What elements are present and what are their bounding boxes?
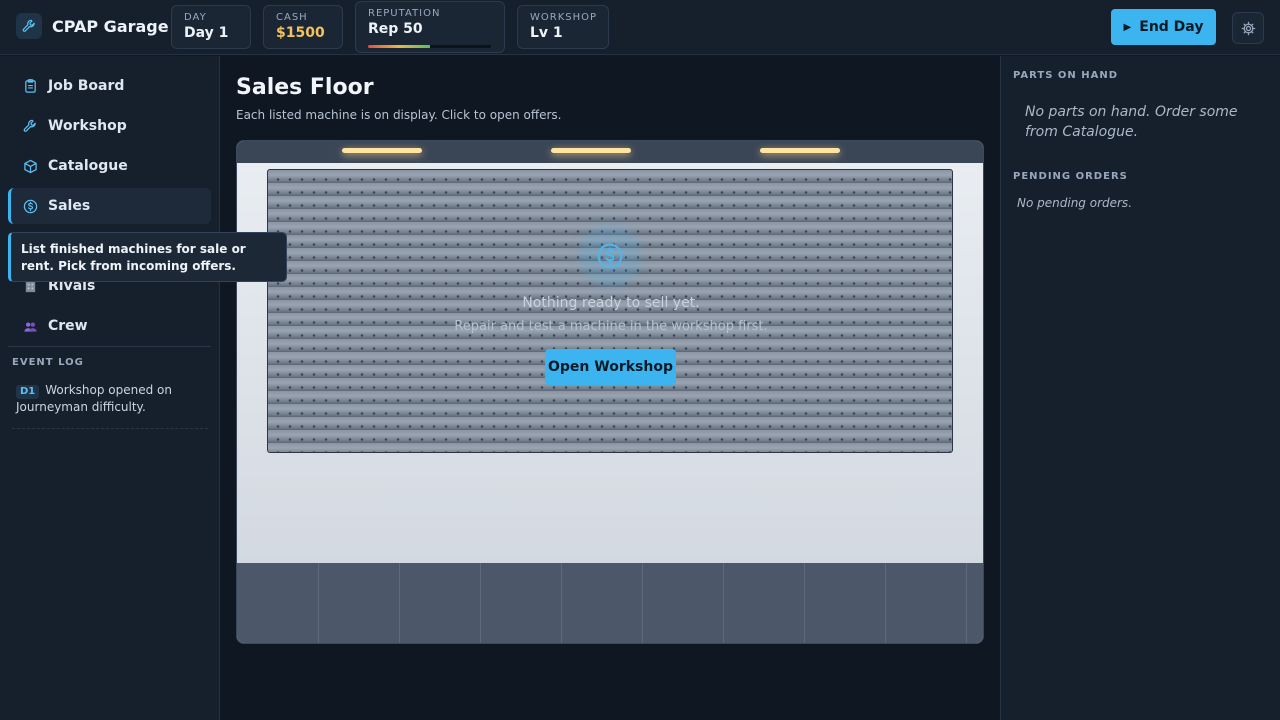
event-log-entry: D1 Workshop opened on Journeyman difficul… [12, 382, 208, 429]
sidebar-item-catalogue[interactable]: Catalogue [8, 148, 211, 184]
sales-floor-showroom: Nothing ready to sell yet. Repair and te… [236, 140, 984, 644]
sidebar-item-label: Sales [48, 198, 91, 214]
end-day-button[interactable]: ▶ End Day [1111, 9, 1216, 45]
cash-value: $1500 [276, 25, 325, 41]
sidebar-item-workshop[interactable]: Workshop [8, 108, 211, 144]
event-log-title: EVENT LOG [12, 357, 84, 368]
ceiling-light [551, 148, 631, 153]
reputation-bar [368, 45, 491, 48]
floor-tile-line [318, 563, 319, 643]
workshop-level: Lv 1 [530, 25, 563, 41]
page-subtitle: Each listed machine is on display. Click… [236, 108, 562, 122]
pending-orders-title: PENDING ORDERS [1013, 171, 1128, 182]
parts-empty-text: No parts on hand. Order some from Catalo… [1025, 104, 1238, 140]
box-icon [22, 158, 38, 174]
sidebar-item-label: Catalogue [48, 158, 128, 174]
floor-tile-line [642, 563, 643, 643]
day-stat: DAY Day 1 [171, 5, 251, 49]
sidebar-item-sales[interactable]: Sales [8, 188, 211, 224]
showroom-ceiling [237, 141, 983, 163]
top-bar: CPAP Garage DAY Day 1 CASH $1500 REPUTAT… [0, 0, 1280, 55]
day-badge: D1 [16, 385, 40, 399]
workshop-label: WORKSHOP [530, 12, 598, 23]
play-icon: ▶ [1123, 21, 1132, 33]
sidebar-item-label: Workshop [48, 118, 127, 134]
page-title: Sales Floor [236, 75, 374, 100]
brand: CPAP Garage [16, 13, 169, 39]
floor-tile-line [966, 563, 967, 643]
sidebar-item-crew[interactable]: Crew [8, 308, 211, 344]
right-panel: PARTS ON HAND No parts on hand. Order so… [1000, 56, 1280, 720]
floor-tile-line [804, 563, 805, 643]
reputation-value: Rep 50 [368, 21, 423, 37]
showroom-floor [237, 563, 983, 643]
event-log-text: Workshop opened on Journeyman difficulty… [16, 383, 172, 414]
cash-label: CASH [276, 12, 308, 23]
closed-shutter: Nothing ready to sell yet. Repair and te… [267, 169, 953, 453]
floor-tile-line [480, 563, 481, 643]
open-workshop-button[interactable]: Open Workshop [545, 349, 676, 385]
floor-tile-line [885, 563, 886, 643]
ceiling-light [342, 148, 422, 153]
settings-button[interactable] [1232, 12, 1264, 44]
dollar-circle-icon [22, 198, 38, 214]
floor-tile-line [723, 563, 724, 643]
orders-empty-text: No pending orders. [1017, 196, 1133, 210]
app-title: CPAP Garage [52, 16, 169, 36]
sidebar-item-label: Crew [48, 318, 88, 334]
sidebar: Job Board Workshop Catalogue Sales Rival… [0, 56, 220, 720]
wrench-icon [16, 13, 42, 39]
floor-tile-line [561, 563, 562, 643]
parts-on-hand-title: PARTS ON HAND [1013, 70, 1119, 81]
workshop-stat: WORKSHOP Lv 1 [517, 5, 609, 49]
day-label: DAY [184, 12, 207, 23]
clipboard-icon [22, 78, 38, 94]
sidebar-divider [8, 346, 211, 347]
dollar-circle-icon [582, 228, 638, 284]
people-icon [22, 318, 38, 334]
reputation-label: REPUTATION [368, 8, 441, 19]
empty-state-subtitle: Repair and test a machine in the worksho… [454, 319, 768, 334]
sidebar-item-job-board[interactable]: Job Board [8, 68, 211, 104]
gear-icon [1241, 21, 1255, 35]
day-value: Day 1 [184, 25, 229, 41]
end-day-label: End Day [1139, 19, 1204, 35]
ceiling-light [760, 148, 840, 153]
floor-tile-line [399, 563, 400, 643]
reputation-bar-fill [368, 45, 430, 48]
sales-tooltip: List finished machines for sale or rent.… [8, 232, 287, 282]
empty-state-title: Nothing ready to sell yet. [522, 295, 700, 311]
wrench-icon [22, 118, 38, 134]
sidebar-item-label: Job Board [48, 78, 125, 94]
cash-stat: CASH $1500 [263, 5, 343, 49]
reputation-stat: REPUTATION Rep 50 [355, 1, 505, 53]
